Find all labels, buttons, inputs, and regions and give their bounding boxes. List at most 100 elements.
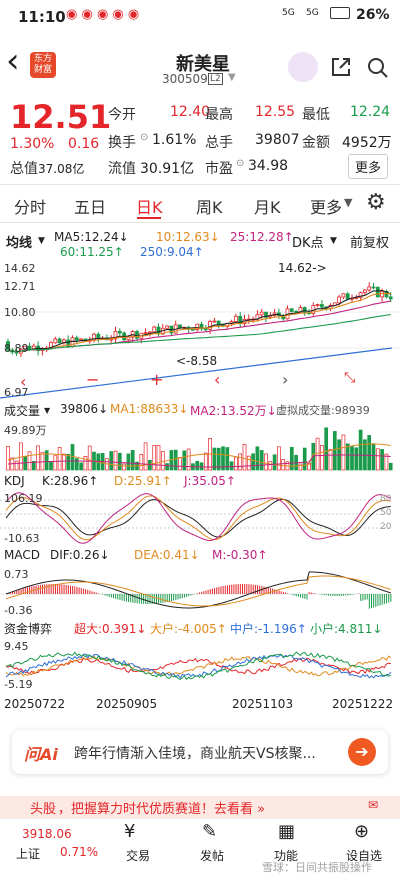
- candle-body: [337, 296, 342, 304]
- ai-assistant-bar[interactable]: 问Ai 跨年行情渐入佳境，商业航天VS核聚... ➔: [12, 730, 388, 774]
- tab-five-day[interactable]: 五日: [74, 194, 106, 218]
- trade-button[interactable]: 交易: [126, 847, 150, 864]
- kdj-ref-20: 20: [380, 522, 392, 532]
- macd-y-top: 0.73: [4, 568, 29, 581]
- promo-tag: 头股: [30, 802, 57, 817]
- kline-y-label: 8.89: [4, 342, 29, 355]
- ma-type-chevron-icon[interactable]: ▼: [38, 236, 45, 246]
- dk-chevron-icon[interactable]: ▼: [330, 236, 337, 246]
- promo-banner[interactable]: 头股 ，把握算力时代优质赛道！去看看 » ✉: [0, 796, 400, 818]
- volume-bar: [70, 444, 75, 471]
- volume-bar: [251, 453, 255, 471]
- volume-bar: [328, 449, 333, 471]
- fullscreen-icon[interactable]: ⤡: [344, 370, 355, 386]
- volume-svg: [6, 427, 393, 471]
- candle-body: [388, 296, 393, 300]
- candle-body: [57, 338, 62, 344]
- candle-body: [259, 311, 264, 316]
- pe-info-icon[interactable]: ⊙: [236, 158, 244, 169]
- promo-text: ，把握算力时代优质赛道！去看看 »: [58, 802, 266, 817]
- volume-bar: [130, 450, 135, 471]
- volume-current: 39806↓: [60, 402, 109, 416]
- volume-bar: [246, 455, 251, 471]
- robot-avatar-icon[interactable]: [288, 52, 318, 82]
- kdj-d: D:25.91↑: [114, 474, 172, 488]
- tab-intraday[interactable]: 分时: [14, 194, 46, 218]
- volume-bar: [315, 437, 320, 471]
- volume-ma1: MA1:88633↓: [110, 402, 189, 416]
- battery-percent: 26%: [356, 7, 390, 23]
- date-label: 20251222: [332, 697, 394, 711]
- virtual-volume: 虚拟成交量:98939: [276, 404, 370, 417]
- prev-day-icon[interactable]: ‹: [214, 370, 220, 389]
- ma25-label: 25:12.28↑: [230, 230, 294, 244]
- volume-bar: [40, 452, 45, 471]
- kline-chart[interactable]: 14.62 12.71 10.80 8.89 6.97 14.62-> <-8.…: [0, 261, 400, 400]
- ma250-label: 250:9.04↑: [140, 245, 204, 259]
- trade-icon[interactable]: ¥: [124, 821, 135, 842]
- float-value: 30.91亿: [140, 161, 195, 177]
- zoom-in-icon[interactable]: +: [150, 370, 163, 389]
- dk-point-select[interactable]: DK点: [292, 232, 324, 251]
- volume-bar: [277, 446, 281, 471]
- candle-body: [135, 331, 139, 339]
- volume-bar: [268, 461, 273, 471]
- next-day-icon[interactable]: ›: [282, 370, 288, 389]
- kline-legend: 均线 ▼ MA5:12.24↓ 10:12.63↓ 25:12.28↑ 60:1…: [0, 230, 400, 260]
- tab-weekly-k[interactable]: 周K: [196, 194, 223, 218]
- search-icon[interactable]: [366, 56, 390, 80]
- add-favorite-icon[interactable]: ⊕: [354, 821, 369, 842]
- fund-y-top: 9.45: [4, 640, 29, 653]
- volume-bar: [152, 445, 157, 471]
- kdj-j: J:35.05↑: [184, 474, 236, 488]
- function-grid-icon[interactable]: ▦: [278, 821, 295, 842]
- adjust-select[interactable]: 前复权: [350, 232, 389, 251]
- gear-icon[interactable]: ⚙: [366, 190, 386, 215]
- volume-bar: [160, 451, 165, 471]
- info-icon[interactable]: ⊙: [140, 132, 148, 143]
- back-icon[interactable]: ‹: [6, 44, 20, 78]
- volume-value: 39807: [255, 132, 300, 148]
- app-logo: 东方 财富: [30, 52, 56, 78]
- tab-more[interactable]: 更多: [310, 194, 342, 218]
- candle-body: [289, 308, 294, 312]
- macd-y-bottom: -0.36: [4, 604, 33, 617]
- open-label: 今开: [108, 107, 136, 123]
- candle-body: [74, 337, 79, 341]
- high-value: 12.55: [255, 104, 296, 120]
- date-label: 20250722: [4, 697, 66, 711]
- volume-bar: [156, 444, 161, 471]
- tab-monthly-k[interactable]: 月K: [254, 194, 281, 218]
- kdj-ref-80: 80: [380, 494, 392, 504]
- more-button[interactable]: 更多: [348, 154, 389, 179]
- index-name[interactable]: 上证: [16, 845, 40, 862]
- fund-large: 大户:-4.005↑: [150, 622, 227, 636]
- volume-bar: [44, 450, 49, 471]
- candle-body: [294, 311, 299, 313]
- tab-more-chevron-icon[interactable]: ▼: [344, 196, 352, 209]
- volume-bar: [289, 446, 294, 471]
- post-icon[interactable]: ✎: [202, 821, 217, 842]
- amount-value: 4952万: [342, 135, 392, 151]
- candle-body: [371, 286, 376, 289]
- volume-bar: [182, 450, 187, 471]
- mail-icon[interactable]: ✉: [368, 798, 378, 812]
- candle-body: [143, 332, 148, 334]
- turnover-value: 1.61%: [152, 132, 197, 148]
- arrow-right-icon[interactable]: ➔: [348, 738, 376, 766]
- fund-super-large: 超大:0.391↓: [74, 622, 147, 636]
- volume-bar: [199, 462, 204, 471]
- kdj-k: K:28.96↑: [42, 474, 99, 488]
- change-value: 0.16: [68, 136, 100, 152]
- post-button[interactable]: 发帖: [200, 847, 224, 864]
- share-icon[interactable]: [330, 56, 352, 78]
- zoom-out-icon[interactable]: −: [86, 370, 99, 389]
- chevron-down-icon[interactable]: ▼: [228, 72, 236, 83]
- ma-type-select[interactable]: 均线: [6, 232, 32, 251]
- tab-daily-k[interactable]: 日K: [136, 194, 163, 218]
- volume-bar: [109, 451, 114, 471]
- volume-chevron-icon[interactable]: ▼: [44, 406, 50, 415]
- bottom-bar: 3918.06 上证 0.71% ¥ 交易 ✎ 发帖 ▦ 功能 ⊕ 设自选 雪球…: [0, 818, 400, 875]
- scroll-left-icon[interactable]: ‹: [20, 372, 26, 391]
- volume-bar: [324, 427, 329, 471]
